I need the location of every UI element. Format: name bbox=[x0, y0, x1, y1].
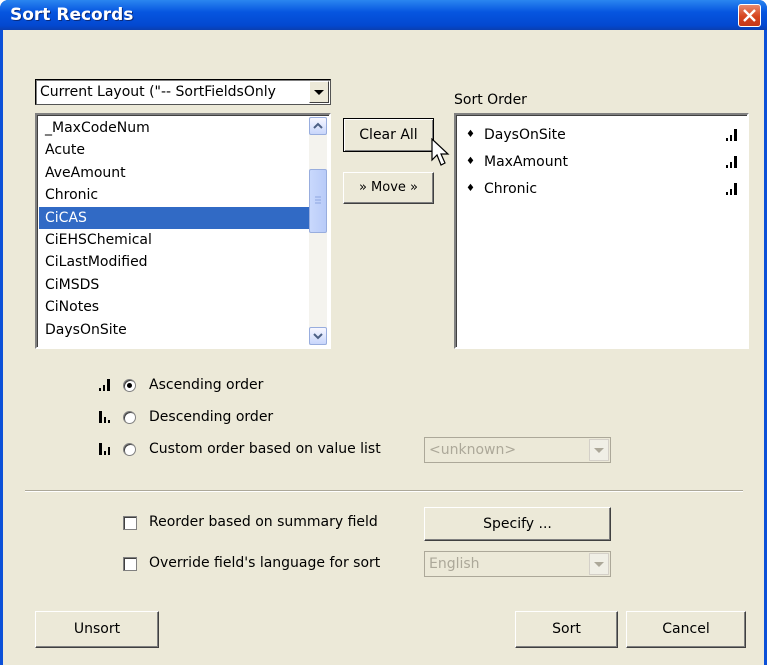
clear-all-button[interactable]: Clear All bbox=[343, 118, 434, 152]
close-icon bbox=[743, 9, 756, 22]
summary-field-checkbox[interactable] bbox=[123, 516, 137, 530]
ascending-radio[interactable] bbox=[123, 379, 136, 392]
field-list-items: _MaxCodeNum Acute AveAmount Chronic CiCAS CiE… bbox=[39, 117, 309, 341]
field-list[interactable]: _MaxCodeNum Acute AveAmount Chronic CiCAS CiE… bbox=[35, 113, 331, 349]
sort-order-list[interactable]: ♦ DaysOnSite ♦ MaxAmount ♦ Chronic bbox=[454, 113, 749, 349]
list-item[interactable]: CiMSDS bbox=[39, 274, 309, 296]
title-bar[interactable]: Sort Records bbox=[0, 0, 767, 30]
window-title: Sort Records bbox=[10, 5, 134, 25]
sort-order-items: ♦ DaysOnSite ♦ MaxAmount ♦ Chronic bbox=[458, 121, 745, 202]
cancel-button[interactable]: Cancel bbox=[626, 611, 746, 648]
scroll-down-button[interactable] bbox=[309, 327, 327, 345]
list-item[interactable]: Acute bbox=[39, 139, 309, 161]
list-item[interactable]: CiLastModified bbox=[39, 251, 309, 273]
scroll-thumb[interactable] bbox=[309, 169, 327, 233]
language-select: English bbox=[424, 551, 611, 577]
sort-order-label: Sort Order bbox=[454, 92, 527, 108]
ascending-sort-icon bbox=[726, 182, 737, 195]
sort-records-dialog: Sort Records Current Layout ("-- SortFie… bbox=[0, 0, 767, 665]
dialog-body: Current Layout ("-- SortFieldsOnly _MaxC… bbox=[3, 30, 764, 665]
ascending-label: Ascending order bbox=[149, 377, 264, 393]
sort-order-field-name: Chronic bbox=[484, 180, 538, 197]
layout-select[interactable]: Current Layout ("-- SortFieldsOnly bbox=[35, 79, 331, 105]
drag-handle-icon[interactable]: ♦ bbox=[466, 124, 484, 146]
language-value: English bbox=[429, 556, 480, 572]
mouse-cursor-icon bbox=[431, 138, 450, 166]
chevron-down-icon bbox=[589, 553, 609, 575]
move-button[interactable]: » Move » bbox=[343, 172, 434, 204]
value-list-value: <unknown> bbox=[429, 442, 517, 458]
override-language-checkbox[interactable] bbox=[123, 557, 137, 571]
sort-order-field-name: MaxAmount bbox=[484, 153, 568, 170]
list-item[interactable]: CiCAS bbox=[39, 206, 309, 229]
descending-label: Descending order bbox=[149, 409, 274, 425]
drag-handle-icon[interactable]: ♦ bbox=[466, 178, 484, 200]
chevron-down-icon bbox=[589, 439, 609, 461]
chevron-down-icon[interactable] bbox=[309, 81, 329, 103]
grip-icon bbox=[315, 196, 321, 204]
sort-order-item[interactable]: ♦ DaysOnSite bbox=[458, 121, 745, 148]
field-list-scrollbar[interactable] bbox=[309, 117, 327, 345]
value-list-select: <unknown> bbox=[424, 437, 611, 463]
descending-radio[interactable] bbox=[123, 411, 136, 424]
sort-order-item[interactable]: ♦ MaxAmount bbox=[458, 148, 745, 175]
ascending-sort-icon bbox=[726, 128, 737, 141]
close-button[interactable] bbox=[738, 4, 761, 27]
list-item[interactable]: CiNotes bbox=[39, 296, 309, 318]
custom-order-radio[interactable] bbox=[123, 443, 136, 456]
list-item[interactable]: CiEHSChemical bbox=[39, 229, 309, 251]
unsort-button[interactable]: Unsort bbox=[35, 611, 159, 648]
list-item[interactable]: DaysOnSite bbox=[39, 319, 309, 341]
custom-order-label: Custom order based on value list bbox=[149, 441, 381, 457]
ascending-sort-icon bbox=[99, 379, 110, 391]
ascending-sort-icon bbox=[726, 155, 737, 168]
list-item[interactable]: _MaxCodeNum bbox=[39, 117, 309, 139]
specify-button[interactable]: Specify ... bbox=[424, 507, 611, 541]
summary-field-label: Reorder based on summary field bbox=[149, 514, 378, 530]
layout-select-value: Current Layout ("-- SortFieldsOnly bbox=[40, 84, 276, 100]
scroll-up-button[interactable] bbox=[309, 117, 327, 135]
chevron-down-icon bbox=[313, 333, 323, 340]
descending-sort-icon bbox=[99, 411, 110, 423]
chevron-up-icon bbox=[313, 122, 323, 129]
list-item[interactable]: AveAmount bbox=[39, 162, 309, 184]
custom-sort-icon bbox=[99, 443, 110, 455]
sort-order-field-name: DaysOnSite bbox=[484, 126, 566, 143]
drag-handle-icon[interactable]: ♦ bbox=[466, 151, 484, 173]
list-item[interactable]: Chronic bbox=[39, 184, 309, 206]
sort-button[interactable]: Sort bbox=[515, 611, 618, 648]
sort-order-item[interactable]: ♦ Chronic bbox=[458, 175, 745, 202]
separator bbox=[25, 490, 743, 492]
override-language-label: Override field's language for sort bbox=[149, 555, 381, 571]
